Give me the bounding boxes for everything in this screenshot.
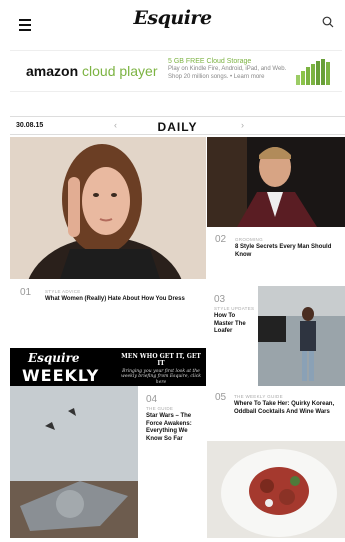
esquire-logo[interactable]: Esquire — [0, 7, 345, 29]
search-icon[interactable] — [322, 16, 334, 28]
story-03-card[interactable]: 03 STYLE UPDATES How To Master The Loafe… — [207, 286, 258, 386]
story-04-image[interactable] — [10, 386, 138, 538]
story-title: How To Master The Loafer — [214, 313, 246, 334]
story-kicker: THE WEEKLY GUIDE — [234, 394, 283, 399]
story-title: Star Wars – The Force Awakens: Everythin… — [146, 413, 192, 442]
chevron-right-icon[interactable]: › — [241, 120, 244, 130]
story-02-image[interactable] — [207, 137, 345, 227]
story-kicker: STYLE UPDATES — [214, 306, 255, 311]
story-04-card[interactable]: 04 THE GUIDE Star Wars – The Force Awake… — [138, 386, 207, 538]
story-kicker: THE GUIDE — [146, 406, 174, 411]
story-title: Where To Take Her: Quirky Korean, Oddbal… — [234, 401, 335, 415]
story-title: What Women (Really) Hate About How You D… — [45, 296, 185, 302]
amazon-ad-banner[interactable]: amazon cloud player 5 GB FREE Cloud Stor… — [10, 50, 342, 92]
weekly-logo: Esquire — [28, 351, 80, 365]
story-number: 03 — [214, 294, 226, 305]
story-05-image[interactable] — [207, 441, 345, 538]
ad-copy: 5 GB FREE Cloud Storage Play on Kindle F… — [168, 58, 287, 80]
man-portrait-illustration — [207, 137, 345, 227]
street-style-illustration — [258, 286, 345, 386]
starwars-illustration — [10, 386, 138, 538]
story-number: 02 — [215, 234, 227, 245]
story-title: 8 Style Secrets Every Man Should Know — [235, 244, 332, 258]
story-kicker: STYLE ADVICE — [45, 289, 81, 294]
story-01-image[interactable] — [10, 137, 206, 279]
story-number: 04 — [146, 394, 158, 405]
story-05-card[interactable]: 05 THE WEEKLY GUIDE Where To Take Her: Q… — [207, 386, 345, 441]
story-number: 05 — [215, 392, 227, 403]
food-plate-illustration — [207, 441, 345, 538]
section-title: DAILY — [157, 120, 198, 134]
equalizer-graphic — [296, 59, 330, 85]
woman-portrait-illustration — [10, 137, 206, 279]
story-kicker: GROOMING — [235, 237, 263, 242]
weekly-title: WEEKLY — [22, 366, 100, 385]
weekly-tagline-block: MEN WHO GET IT, GET IT Bringing you your… — [120, 353, 202, 385]
weekly-subtext: Bringing you your first look at the week… — [120, 369, 202, 385]
esquire-weekly-promo[interactable]: Esquire WEEKLY MEN WHO GET IT, GET IT Br… — [10, 348, 206, 386]
date-navigation-bar: 30.08.15 ‹ DAILY › — [10, 116, 345, 135]
story-03-image[interactable] — [258, 286, 345, 386]
story-01-card[interactable]: 01 STYLE ADVICE What Women (Really) Hate… — [10, 279, 206, 347]
ad-logo: amazon cloud player — [26, 63, 158, 79]
story-02-card[interactable]: 02 GROOMING 8 Style Secrets Every Man Sh… — [207, 227, 345, 286]
weekly-tagline: MEN WHO GET IT, GET IT — [121, 353, 201, 367]
app-header: Esquire — [0, 0, 345, 38]
